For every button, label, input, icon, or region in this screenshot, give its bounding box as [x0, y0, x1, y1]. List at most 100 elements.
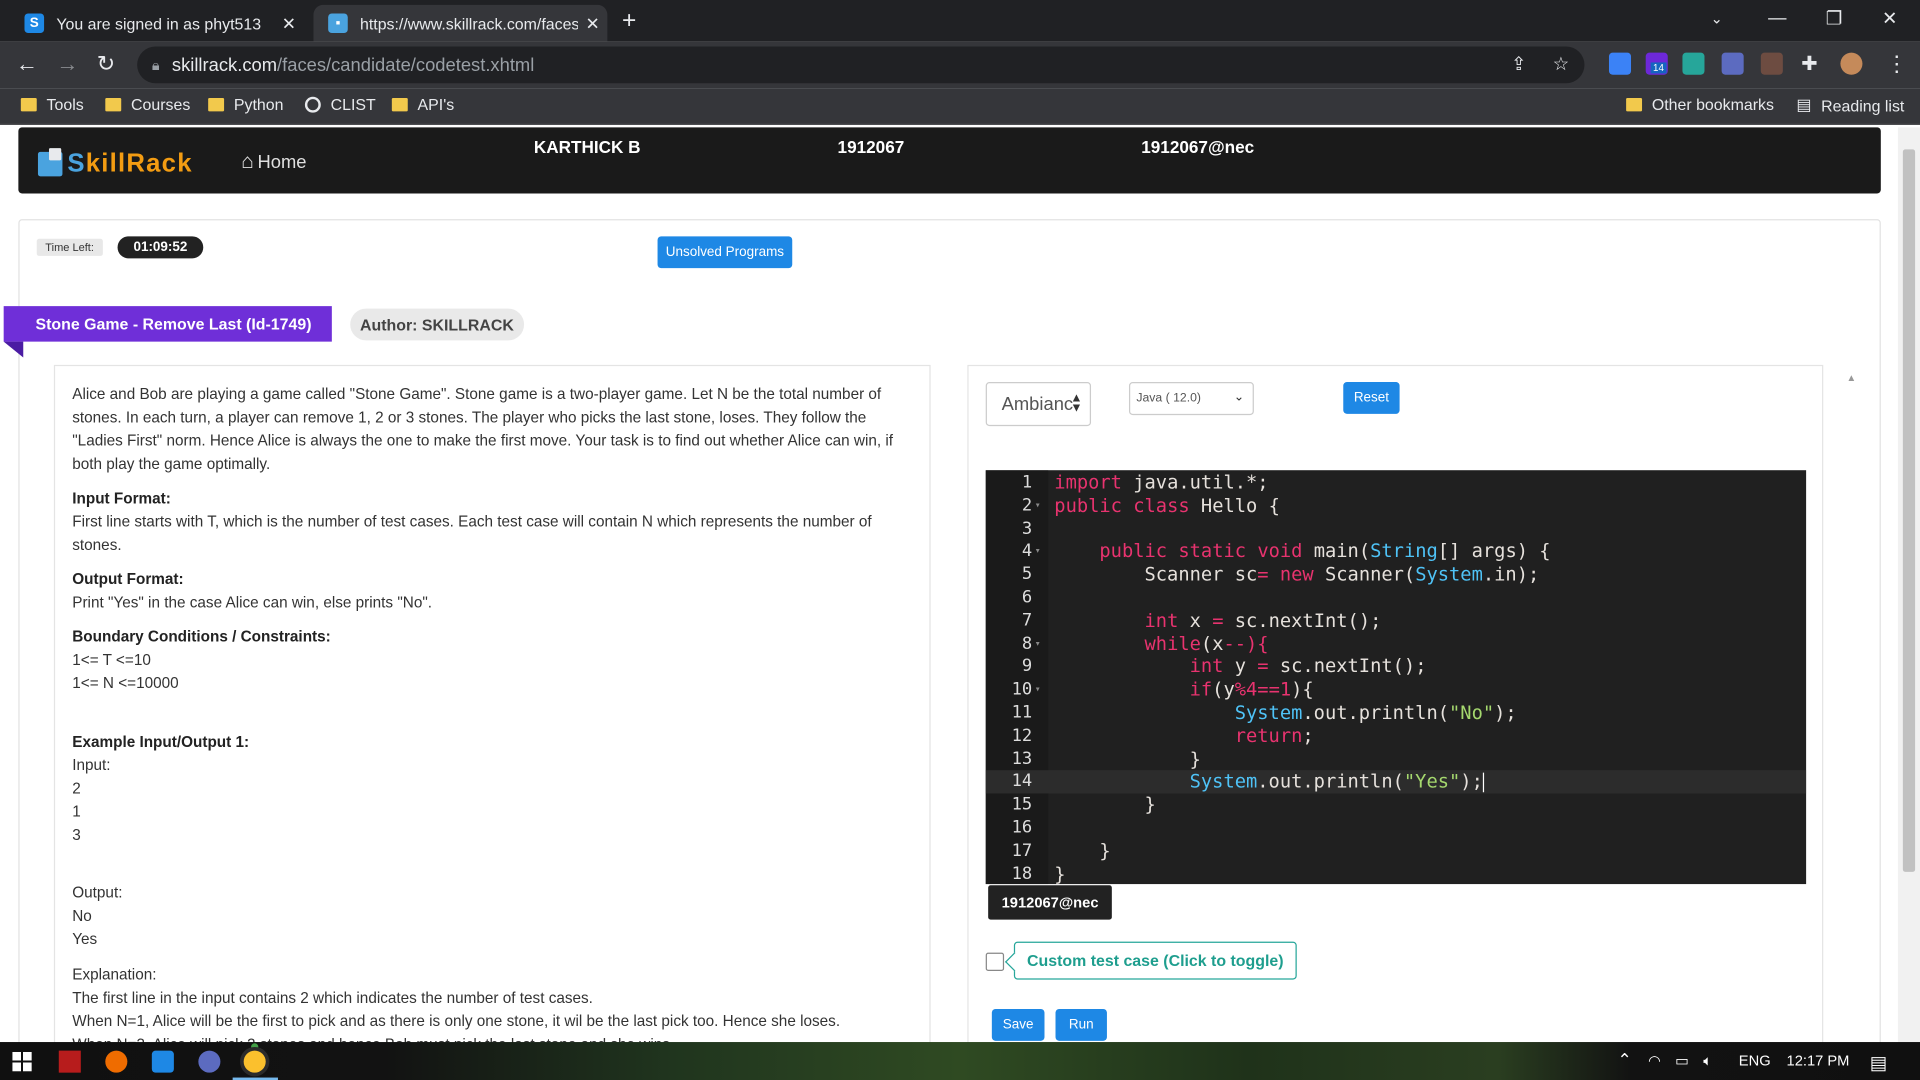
- code-line[interactable]: 15 }: [986, 794, 1806, 817]
- unsolved-programs-button[interactable]: Unsolved Programs: [657, 236, 793, 269]
- app-icon[interactable]: [198, 1050, 221, 1073]
- save-button[interactable]: Save: [991, 1008, 1045, 1041]
- chrome-icon[interactable]: [243, 1050, 266, 1073]
- battery-icon[interactable]: ▭: [1675, 1052, 1689, 1069]
- code-line[interactable]: 8 ▾ while(x--){: [986, 633, 1806, 656]
- line-number: 7: [1021, 610, 1033, 631]
- code-line[interactable]: 13 }: [986, 748, 1806, 771]
- code-line[interactable]: 4 ▾ public static void main(String[] args…: [986, 540, 1806, 563]
- fold-arrow-icon[interactable]: ▾: [1035, 494, 1041, 517]
- bookmark-other[interactable]: Other bookmarks: [1626, 96, 1774, 114]
- custom-test-toggle[interactable]: Custom test case (Click to toggle): [1013, 941, 1297, 980]
- extensions-puzzle-icon[interactable]: ✚: [1801, 51, 1817, 75]
- fold-arrow-icon[interactable]: ▾: [1035, 633, 1041, 656]
- run-button[interactable]: Run: [1055, 1008, 1107, 1041]
- code-line[interactable]: 5 Scanner sc= new Scanner(System.in);: [986, 563, 1806, 586]
- code-line[interactable]: 14 System.out.println("Yes");: [985, 770, 1807, 794]
- input-format-text: First line starts with T, which is the n…: [72, 513, 872, 554]
- address-bar[interactable]: 🔒︎ skillrack.com/faces/candidate/codetes…: [137, 46, 1585, 84]
- code-line[interactable]: 18}: [986, 863, 1806, 884]
- bookmark-label: Python: [233, 95, 284, 114]
- bookmark-star-icon[interactable]: ☆: [1553, 53, 1569, 75]
- code-editor[interactable]: 1 import java.util.*; 2 ▾ public class Hello…: [985, 470, 1807, 885]
- reset-button[interactable]: Reset: [1343, 382, 1400, 414]
- custom-test-checkbox[interactable]: [985, 952, 1005, 972]
- fold-arrow-icon[interactable]: ▾: [1035, 540, 1041, 563]
- windows-taskbar: ⌃ ◠ ▭ 🔈︎ ENG 12:17 PM ▤: [0, 1042, 1920, 1080]
- problem-description: Alice and Bob are playing a game called …: [53, 364, 931, 1051]
- scrollbar-thumb[interactable]: [1902, 149, 1916, 872]
- reading-list[interactable]: ▤ Reading list: [1796, 96, 1904, 116]
- bookmark-clist[interactable]: CLIST: [304, 96, 376, 114]
- chevron-up-icon[interactable]: ⌃: [1618, 1049, 1632, 1070]
- browser-tab-codetest[interactable]: ▪ https://www.skillrack.com/faces/c ✕: [313, 4, 608, 42]
- code-line[interactable]: 11 System.out.println("No");: [986, 702, 1806, 725]
- app-icon[interactable]: [58, 1050, 81, 1073]
- code-line[interactable]: 9 int y = sc.nextInt();: [986, 656, 1806, 679]
- code-line[interactable]: 16: [986, 817, 1806, 840]
- skillrack-logo[interactable]: SkillRack: [37, 148, 193, 178]
- line-number: 15: [1011, 794, 1033, 815]
- home-link[interactable]: ⌂ Home: [241, 149, 306, 173]
- extension-badge-icon[interactable]: 14: [1645, 52, 1668, 75]
- code-line[interactable]: 1 import java.util.*;: [986, 471, 1806, 494]
- extension-pen-icon[interactable]: [1608, 52, 1632, 75]
- notifications-icon[interactable]: ▤: [1870, 1052, 1887, 1074]
- language-indicator[interactable]: ENG: [1739, 1052, 1771, 1069]
- panel-scrollbar[interactable]: ▲: [1842, 365, 1862, 1051]
- close-tab-icon[interactable]: ✕: [578, 13, 607, 34]
- extension-badge-count: 14: [1650, 62, 1667, 74]
- firefox-icon[interactable]: [105, 1050, 128, 1073]
- theme-select[interactable]: Ambiance ▲▼: [985, 382, 1092, 427]
- page-scrollbar[interactable]: [1897, 127, 1920, 1044]
- bookmark-apis[interactable]: API's: [391, 96, 454, 114]
- explanation-label: Explanation:: [72, 966, 157, 984]
- constraints-heading: Boundary Conditions / Constraints:: [72, 628, 331, 646]
- close-window-icon[interactable]: ✕: [1882, 7, 1897, 30]
- menu-kebab-icon[interactable]: ⋮: [1886, 51, 1908, 77]
- chevron-down-icon: ⌄: [1233, 390, 1245, 405]
- code-line[interactable]: 10 ▾ if(y%4==1){: [986, 679, 1806, 702]
- windows-start-icon[interactable]: [12, 1051, 32, 1072]
- clock[interactable]: 12:17 PM: [1787, 1052, 1850, 1069]
- scroll-up-icon[interactable]: ▲: [1847, 372, 1857, 383]
- code-line[interactable]: 2 ▾ public class Hello {: [986, 494, 1806, 517]
- bookmark-python[interactable]: Python: [208, 96, 283, 114]
- vscode-icon[interactable]: [151, 1050, 174, 1073]
- line-number: 9: [1021, 656, 1033, 677]
- close-tab-icon[interactable]: ✕: [274, 13, 303, 34]
- bookmark-courses[interactable]: Courses: [105, 96, 190, 114]
- share-icon[interactable]: ⇪: [1511, 53, 1526, 75]
- globe-icon: [304, 96, 321, 113]
- example-heading: Example Input/Output 1:: [72, 733, 250, 751]
- tab-search-icon[interactable]: ⌄: [1711, 10, 1723, 27]
- user-id: 1912067@nec: [1141, 137, 1255, 157]
- skillrack-s-favicon-icon: S: [24, 13, 45, 34]
- extension-save-icon[interactable]: [1721, 52, 1744, 75]
- minimize-icon[interactable]: —: [1768, 7, 1786, 28]
- new-tab-icon[interactable]: +: [622, 7, 636, 35]
- code-line[interactable]: 12 return;: [986, 725, 1806, 748]
- extension-c-icon[interactable]: [1760, 52, 1783, 75]
- language-select[interactable]: Java ( 12.0) ⌄: [1128, 382, 1254, 416]
- code-line[interactable]: 6: [986, 587, 1806, 610]
- code-line[interactable]: 3: [986, 517, 1806, 540]
- explanation-line: The first line in the input contains 2 w…: [72, 989, 593, 1007]
- bookmark-tools[interactable]: Tools: [20, 96, 84, 114]
- wifi-icon[interactable]: ◠: [1648, 1052, 1661, 1069]
- folder-icon: [105, 97, 122, 112]
- browser-tab-signed-in[interactable]: S You are signed in as phyt513 ✕: [10, 5, 304, 42]
- profile-avatar[interactable]: [1840, 52, 1863, 75]
- extension-copy-icon[interactable]: [1682, 52, 1705, 75]
- reload-icon[interactable]: ↻: [97, 51, 115, 77]
- constraint-line: 1<= T <=10: [72, 651, 151, 669]
- code-line[interactable]: 17 }: [986, 840, 1806, 863]
- volume-icon[interactable]: 🔈︎: [1703, 1052, 1712, 1070]
- language-value: Java ( 12.0): [1136, 391, 1201, 406]
- fold-arrow-icon[interactable]: ▾: [1035, 679, 1041, 702]
- line-number: 4: [1021, 541, 1033, 562]
- back-icon[interactable]: ←: [16, 51, 38, 77]
- forward-icon[interactable]: →: [56, 51, 78, 77]
- restore-icon[interactable]: ❐: [1826, 7, 1842, 30]
- code-line[interactable]: 7 int x = sc.nextInt();: [986, 610, 1806, 633]
